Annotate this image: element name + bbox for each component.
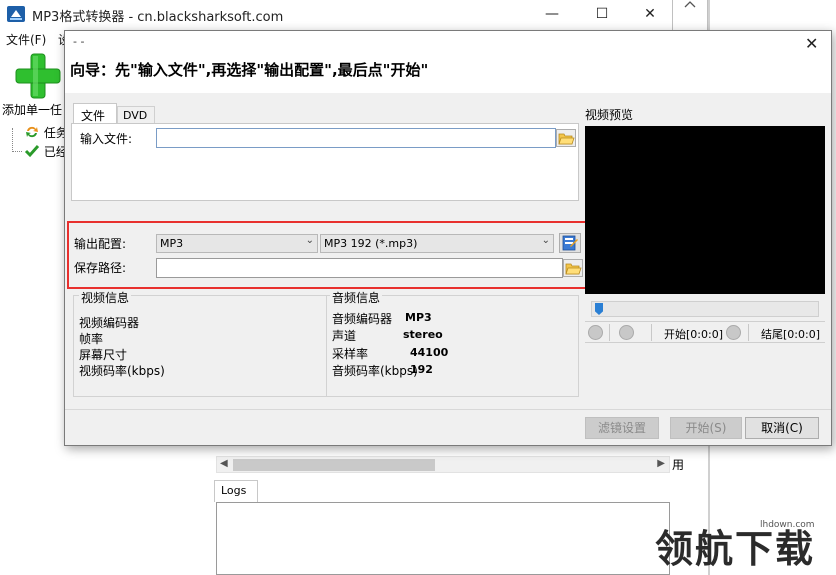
dialog-close-icon[interactable]: ✕ bbox=[805, 34, 818, 53]
watermark-url: lhdown.com bbox=[760, 520, 815, 530]
audio-info-value: MP3 bbox=[405, 311, 432, 324]
seek-handle[interactable] bbox=[595, 303, 603, 315]
audio-info-value: 192 bbox=[410, 363, 433, 376]
footer-divider bbox=[65, 409, 831, 410]
logs-area bbox=[216, 502, 670, 575]
start-button[interactable]: 开始(S) bbox=[670, 417, 742, 439]
scroll-up-icon[interactable] bbox=[683, 0, 697, 8]
preview-label: 视频预览 bbox=[585, 108, 634, 122]
dialog-header: - - ✕ 向导：先"输入文件",再选择"输出配置",最后点"开始" bbox=[65, 31, 831, 93]
refresh-icon bbox=[26, 126, 38, 138]
add-task-icon[interactable] bbox=[14, 52, 62, 100]
video-info-title: 视频信息 bbox=[79, 289, 132, 306]
audio-info-title: 音频信息 bbox=[330, 289, 383, 306]
output-config-section: 输出配置: MP3 ⌄ MP3 192 (*.mp3) ⌄ 保存路径: bbox=[67, 221, 588, 289]
close-button[interactable]: ✕ bbox=[638, 4, 662, 24]
video-info-row: 视频码率(kbps) bbox=[79, 364, 165, 378]
app-icon bbox=[7, 6, 25, 22]
save-path-field[interactable] bbox=[156, 258, 563, 278]
tab-dvd[interactable]: DVD bbox=[117, 106, 155, 123]
save-path-label: 保存路径: bbox=[74, 261, 127, 275]
tab-logs[interactable]: Logs bbox=[214, 480, 258, 502]
column-text: 用 bbox=[672, 458, 685, 472]
stop-icon[interactable] bbox=[619, 325, 634, 340]
menu-file[interactable]: 文件(F) bbox=[6, 31, 46, 48]
folder-icon bbox=[558, 133, 575, 145]
tree-connector bbox=[12, 128, 22, 152]
video-info-row: 帧率 bbox=[79, 332, 104, 346]
profile-settings-button[interactable] bbox=[559, 233, 581, 253]
divider bbox=[748, 324, 749, 341]
input-file-panel: 输入文件: bbox=[71, 123, 579, 201]
chevron-down-icon: ⌄ bbox=[305, 235, 314, 246]
tab-file[interactable]: 文件 bbox=[73, 103, 117, 123]
cancel-button[interactable]: 取消(C) bbox=[745, 417, 819, 439]
wizard-dialog: - - ✕ 向导：先"输入文件",再选择"输出配置",最后点"开始" 文件 DV… bbox=[64, 30, 832, 446]
playback-controls: 开始[0:0:0] 结尾[0:0:0] bbox=[585, 321, 825, 343]
seek-slider[interactable] bbox=[591, 301, 819, 317]
minimize-button[interactable]: — bbox=[540, 4, 564, 24]
guide-text: 向导：先"输入文件",再选择"输出配置",最后点"开始" bbox=[70, 61, 429, 79]
input-file-field[interactable] bbox=[156, 128, 556, 148]
end-time[interactable]: 结尾[0:0:0] bbox=[761, 326, 820, 342]
pause-icon[interactable] bbox=[588, 325, 603, 340]
browse-output-button[interactable] bbox=[563, 259, 583, 277]
window-title: MP3格式转换器 - cn.blacksharksoft.com bbox=[32, 10, 284, 25]
audio-info-value: 44100 bbox=[410, 346, 449, 359]
info-divider bbox=[326, 296, 327, 396]
audio-info-value: stereo bbox=[403, 328, 443, 341]
horizontal-scrollbar[interactable]: ◀ ▶ bbox=[216, 456, 670, 473]
audio-info-label: 音频编码器 bbox=[332, 312, 393, 326]
tree-item-tasks[interactable]: 任务 bbox=[24, 124, 68, 140]
divider bbox=[609, 324, 610, 341]
title-bar: MP3格式转换器 - cn.blacksharksoft.com — ☐ ✕ bbox=[0, 0, 836, 30]
tree-item-done[interactable]: 已经 bbox=[24, 143, 68, 159]
start-time[interactable]: 开始[0:0:0] bbox=[664, 326, 723, 342]
maximize-button[interactable]: ☐ bbox=[590, 4, 614, 24]
input-file-label: 输入文件: bbox=[80, 132, 133, 146]
video-preview bbox=[585, 126, 825, 294]
side-panel bbox=[672, 0, 708, 30]
chevron-down-icon: ⌄ bbox=[541, 235, 550, 246]
filter-settings-button[interactable]: 滤镜设置 bbox=[585, 417, 659, 439]
media-info-panel: 视频信息 视频编码器 帧率 屏幕尺寸 视频码率(kbps) 音频信息 音频编码器… bbox=[73, 289, 579, 397]
scroll-left-icon[interactable]: ◀ bbox=[220, 458, 228, 469]
divider bbox=[651, 324, 652, 341]
browse-input-button[interactable] bbox=[556, 129, 576, 147]
folder-icon bbox=[565, 263, 582, 275]
scroll-right-icon[interactable]: ▶ bbox=[657, 458, 665, 469]
settings-icon bbox=[562, 235, 578, 251]
audio-info-label: 声道 bbox=[332, 329, 357, 343]
output-format-select[interactable]: MP3 ⌄ bbox=[156, 234, 318, 253]
check-icon bbox=[24, 145, 40, 158]
video-info-row: 屏幕尺寸 bbox=[79, 348, 128, 362]
video-info-row: 视频编码器 bbox=[79, 316, 140, 330]
scrollbar-thumb[interactable] bbox=[233, 459, 435, 471]
output-config-label: 输出配置: bbox=[74, 237, 127, 251]
output-profile-select[interactable]: MP3 192 (*.mp3) ⌄ bbox=[320, 234, 554, 253]
output-profile-value: MP3 192 (*.mp3) bbox=[324, 237, 418, 250]
add-task-label[interactable]: 添加单一任 bbox=[2, 101, 62, 118]
next-icon[interactable] bbox=[726, 325, 741, 340]
dialog-title: - - bbox=[73, 35, 85, 48]
output-format-value: MP3 bbox=[160, 237, 184, 250]
audio-info-label: 采样率 bbox=[332, 347, 369, 361]
audio-info-label: 音频码率(kbps) bbox=[332, 364, 418, 378]
